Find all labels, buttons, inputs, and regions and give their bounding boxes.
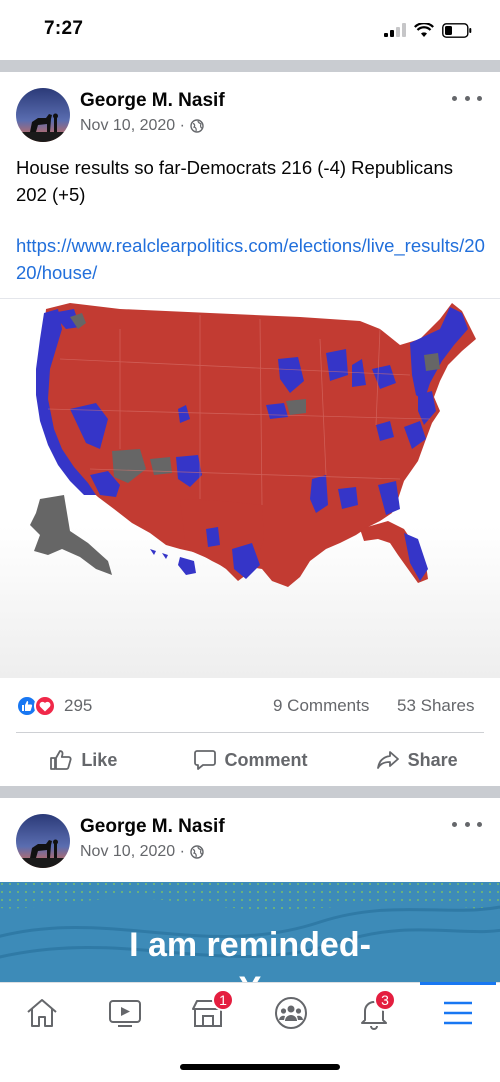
post-author[interactable]: George M. Nasif [80, 816, 225, 838]
feed-divider [0, 786, 500, 798]
post-image[interactable] [0, 298, 500, 678]
menu-icon [444, 1001, 472, 1025]
reaction-icons[interactable] [16, 695, 56, 717]
more-options-button[interactable] [452, 814, 482, 834]
post-author[interactable]: George M. Nasif [80, 90, 225, 112]
globe-icon [190, 119, 204, 133]
groups-icon [275, 997, 307, 1029]
share-button[interactable]: Share [333, 738, 500, 782]
like-label: Like [81, 749, 118, 770]
banner-text: I am reminded- [129, 926, 371, 964]
post-meta: Nov 10, 2020 · [80, 117, 204, 135]
post-date[interactable]: Nov 10, 2020 · [80, 843, 185, 861]
like-icon [50, 750, 72, 770]
comment-label: Comment [224, 749, 308, 770]
home-icon [27, 999, 57, 1027]
tab-watch[interactable] [95, 991, 155, 1035]
share-icon [376, 751, 399, 769]
tab-home[interactable] [12, 991, 72, 1035]
share-count[interactable]: 53 Shares [397, 696, 475, 716]
comment-count[interactable]: 9 Comments [273, 696, 369, 716]
action-divider [16, 732, 484, 733]
status-bar: 7:27 [0, 0, 500, 58]
comment-icon [193, 750, 216, 770]
tab-notifications[interactable]: 3 [344, 989, 404, 1035]
feed-divider [0, 60, 500, 72]
post-date[interactable]: Nov 10, 2020 · [80, 117, 185, 135]
share-label: Share [407, 749, 458, 770]
post-image[interactable]: I am reminded- Y [0, 882, 500, 982]
comment-button[interactable]: Comment [167, 738, 334, 782]
globe-icon [190, 845, 204, 859]
home-indicator[interactable] [180, 1064, 340, 1070]
reaction-count[interactable]: 295 [64, 696, 92, 716]
post-link[interactable]: https://www.realclearpolitics.com/electi… [16, 232, 486, 286]
signal-icon [384, 23, 406, 37]
banner-text-cut: Y [0, 970, 500, 982]
post-header: George M. Nasif Nov 10, 2020 · [0, 88, 500, 160]
wifi-icon [414, 22, 434, 37]
avatar[interactable] [16, 88, 70, 142]
status-icons [384, 20, 472, 40]
reactions-row: 295 9 Comments 53 Shares [0, 690, 500, 722]
avatar[interactable] [16, 814, 70, 868]
election-map-image [30, 303, 476, 587]
marketplace-badge: 1 [212, 989, 234, 1011]
post-actions: Like Comment Share [0, 738, 500, 782]
active-tab-indicator [420, 982, 496, 985]
love-reaction-icon [34, 695, 56, 717]
tab-groups[interactable] [261, 991, 321, 1035]
like-button[interactable]: Like [0, 738, 167, 782]
post-meta: Nov 10, 2020 · [80, 843, 204, 861]
battery-icon [442, 22, 472, 38]
status-time: 7:27 [44, 18, 84, 39]
more-options-button[interactable] [452, 88, 482, 108]
post-text: House results so far-Democrats 216 (-4) … [16, 157, 453, 205]
post-header: George M. Nasif Nov 10, 2020 · [0, 814, 500, 886]
watch-icon [109, 1000, 141, 1027]
tab-menu[interactable] [428, 991, 488, 1035]
notifications-badge: 3 [374, 989, 396, 1011]
tab-marketplace[interactable]: 1 [178, 989, 238, 1035]
